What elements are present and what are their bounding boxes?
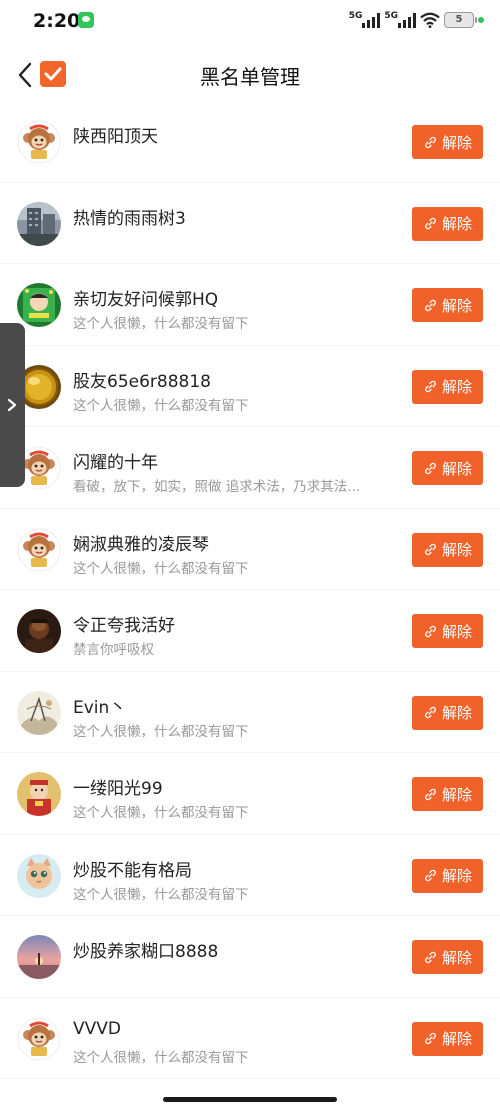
unblock-button[interactable]: 解除 <box>412 206 483 241</box>
list-item[interactable]: 热情的雨雨树3 解除 <box>0 183 500 264</box>
unblock-label: 解除 <box>441 133 472 152</box>
list-item[interactable]: 股友65e6r88818 这个人很懒，什么都没有留下 解除 <box>0 346 500 427</box>
signal-icon <box>398 12 416 28</box>
unblock-button[interactable]: 解除 <box>412 940 483 974</box>
user-name: Evin丶 <box>73 697 127 718</box>
unblock-button[interactable]: 解除 <box>412 695 483 730</box>
user-bio: 禁言你呼吸权 <box>73 642 154 658</box>
unblock-label: 解除 <box>441 378 472 396</box>
list-item[interactable]: 闪耀的十年看破，放下，如实，照做 追求术法，乃求其法... 解除 <box>0 427 500 509</box>
avatar-monkey-mascot[interactable] <box>17 1016 61 1061</box>
unblock-button[interactable]: 解除 <box>412 451 483 485</box>
avatar-monkey-mascot[interactable] <box>17 120 61 164</box>
blacklist: 陕西阳顶天 解除 热情的雨雨树3 解除 亲切友好问候郭HQ 这个人很懒，什么都没有留下 解除… <box>0 101 500 1079</box>
link-icon <box>425 788 436 800</box>
unblock-label: 解除 <box>441 1030 472 1048</box>
status-time: 2:20 <box>33 10 81 32</box>
unblock-label: 解除 <box>441 296 472 315</box>
link-icon <box>425 1032 436 1045</box>
unblock-label: 解除 <box>441 704 472 722</box>
user-name: 股友65e6r88818 <box>73 371 211 392</box>
user-name: VVVD <box>73 1018 121 1039</box>
side-expand-tab[interactable] <box>0 323 25 487</box>
list-item[interactable]: 亲切友好问候郭HQ 这个人很懒，什么都没有留下 解除 <box>0 264 500 346</box>
unblock-button[interactable]: 解除 <box>412 125 483 159</box>
user-bio: 这个人很懒，什么都没有留下 <box>73 397 249 414</box>
unblock-button[interactable]: 解除 <box>412 777 483 811</box>
user-name: 炒股养家糊口8888 <box>73 942 219 962</box>
avatar-monkey-mascot[interactable] <box>17 527 61 572</box>
unblock-button[interactable]: 解除 <box>412 858 483 893</box>
unblock-label: 解除 <box>441 459 472 478</box>
user-name: 炒股不能有格局 <box>73 860 192 881</box>
user-bio: 这个人很懒，什么都没有留下 <box>73 316 249 332</box>
signal-icon <box>362 12 381 28</box>
avatar-building-photo[interactable] <box>17 201 61 246</box>
link-icon <box>425 543 436 556</box>
avatar-cartoon-cat[interactable] <box>17 853 61 898</box>
network-type-label: 5G <box>348 11 363 21</box>
user-bio: 看破，放下，如实，照做 追求术法，乃求其法... <box>73 479 361 495</box>
user-bio: 这个人很懒，什么都没有留下 <box>73 805 249 821</box>
chevron-right-icon <box>7 398 17 412</box>
unblock-button[interactable]: 解除 <box>412 288 483 322</box>
unblock-label: 解除 <box>441 541 472 559</box>
avatar-green-poster[interactable] <box>17 283 61 327</box>
battery-icon: 5 <box>444 12 477 28</box>
unblock-label: 解除 <box>441 215 472 233</box>
link-icon <box>425 136 436 148</box>
privacy-indicator-dot <box>478 17 484 23</box>
link-icon <box>425 380 436 393</box>
user-bio: 这个人很懒，什么都没有留下 <box>73 560 249 577</box>
list-item[interactable]: 陕西阳顶天 解除 <box>0 101 500 183</box>
user-name: 亲切友好问候郭HQ <box>73 290 219 310</box>
unblock-button[interactable]: 解除 <box>412 532 483 567</box>
user-name: 娴淑典雅的凌辰琴 <box>73 534 209 555</box>
link-icon <box>425 299 436 311</box>
unblock-label: 解除 <box>441 948 472 967</box>
unblock-label: 解除 <box>441 867 472 885</box>
avatar-ink-painting[interactable] <box>17 690 61 735</box>
list-item[interactable]: Evin丶这个人很懒，什么都没有留下 解除 <box>0 672 500 753</box>
list-item[interactable]: 炒股不能有格局这个人很懒，什么都没有留下 解除 <box>0 835 500 916</box>
user-bio: 这个人很懒，什么都没有留下 <box>73 1049 249 1066</box>
user-bio: 这个人很懒，什么都没有留下 <box>73 723 249 740</box>
link-icon <box>425 951 436 963</box>
network-type-label: 5G <box>384 11 398 21</box>
avatar-fortune-god[interactable] <box>17 772 61 816</box>
page-title: 黑名单管理 <box>200 65 300 89</box>
avatar-sunset-photo[interactable] <box>17 935 61 979</box>
wechat-notification-icon <box>78 12 94 28</box>
link-icon <box>425 706 436 719</box>
link-icon <box>425 462 436 474</box>
unblock-button[interactable]: 解除 <box>412 369 483 404</box>
user-name: 热情的雨雨树3 <box>73 208 186 229</box>
link-icon <box>425 869 436 882</box>
unblock-button[interactable]: 解除 <box>412 614 483 648</box>
user-name: 一缕阳光99 <box>73 779 163 799</box>
list-item[interactable]: 一缕阳光99 这个人很懒，什么都没有留下 解除 <box>0 753 500 835</box>
status-icons: 5G 5G 5 <box>349 8 484 32</box>
wifi-icon <box>420 12 440 28</box>
list-item[interactable]: 娴淑典雅的凌辰琴这个人很懒，什么都没有留下 解除 <box>0 509 500 590</box>
list-item[interactable]: VVVD 这个人很懒，什么都没有留下 解除 <box>0 998 500 1079</box>
nav-bar: 黑名单管理 <box>0 44 500 106</box>
home-indicator[interactable] <box>163 1097 337 1102</box>
unblock-label: 解除 <box>441 622 472 641</box>
link-icon <box>425 625 436 637</box>
unblock-label: 解除 <box>441 785 472 804</box>
user-bio: 这个人很懒，什么都没有留下 <box>73 886 249 903</box>
link-icon <box>425 217 436 230</box>
list-item[interactable]: 炒股养家糊口8888 解除 <box>0 916 500 998</box>
unblock-button[interactable]: 解除 <box>412 1021 483 1056</box>
list-item[interactable]: 令正夸我活好禁言你呼吸权 解除 <box>0 590 500 672</box>
avatar-dark-portrait[interactable] <box>17 609 61 653</box>
user-name: 令正夸我活好 <box>73 616 175 636</box>
user-name: 闪耀的十年 <box>73 453 158 473</box>
user-name: 陕西阳顶天 <box>73 127 158 147</box>
status-bar: 2:20 5G 5G 5 <box>0 0 500 44</box>
